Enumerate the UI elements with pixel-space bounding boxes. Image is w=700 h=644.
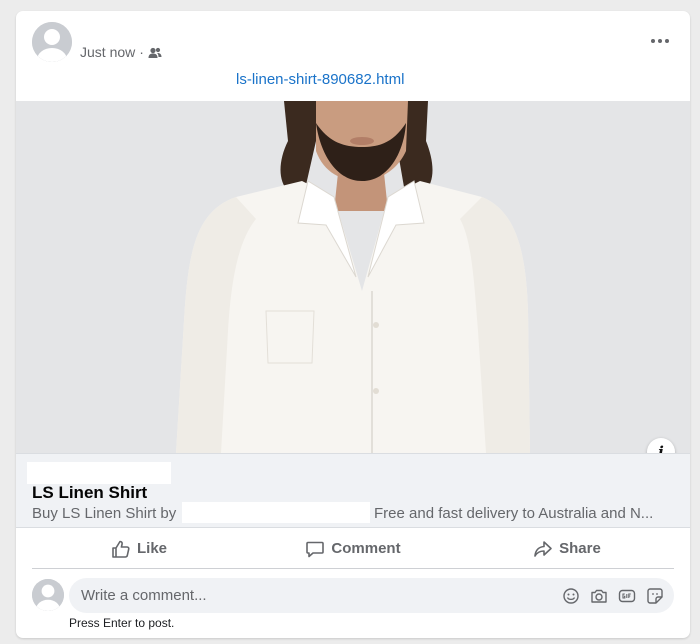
comment-input[interactable]	[69, 587, 562, 604]
preview-title[interactable]: LS Linen Shirt	[32, 483, 147, 503]
thumbs-up-icon	[112, 540, 130, 558]
default-user-icon	[32, 579, 64, 611]
preview-description-prefix: Buy LS Linen Shirt by	[32, 505, 177, 522]
comment-bubble-icon	[306, 541, 325, 557]
commenter-avatar[interactable]	[32, 579, 64, 611]
comment-label: Comment	[331, 540, 401, 557]
press-enter-hint: Press Enter to post.	[69, 616, 175, 630]
comment-attachment-icons	[562, 587, 674, 605]
gif-icon[interactable]	[618, 587, 636, 605]
post-meta: Just now ·	[80, 44, 162, 60]
comment-composer	[69, 578, 674, 613]
preview-description-suffix: Free and fast delivery to Australia and …	[374, 505, 654, 522]
friends-icon[interactable]	[148, 46, 162, 58]
more-options-button[interactable]	[648, 37, 672, 45]
redacted-brand	[182, 502, 370, 523]
post-actions: Like Comment Share	[32, 529, 674, 569]
linen-shirt-model-image	[16, 101, 690, 453]
share-label: Share	[559, 540, 601, 557]
like-button[interactable]: Like	[32, 529, 246, 568]
sticker-icon[interactable]	[646, 587, 664, 605]
comment-button[interactable]: Comment	[246, 529, 460, 568]
link-preview[interactable]: LS Linen Shirt Buy LS Linen Shirt by Fre…	[16, 453, 690, 528]
author-avatar[interactable]	[32, 22, 72, 62]
post-timestamp[interactable]: Just now	[80, 44, 135, 60]
share-button[interactable]: Share	[460, 529, 674, 568]
default-user-icon	[32, 22, 72, 62]
redacted-domain	[27, 462, 171, 484]
camera-icon[interactable]	[590, 587, 608, 605]
post-card: Just now · ls-linen-shirt-890682.html i …	[16, 11, 690, 638]
product-photo[interactable]	[16, 101, 690, 453]
emoji-icon[interactable]	[562, 587, 580, 605]
meta-separator: ·	[139, 44, 144, 60]
share-arrow-icon	[534, 540, 552, 557]
post-link[interactable]: ls-linen-shirt-890682.html	[236, 71, 404, 88]
like-label: Like	[136, 540, 167, 557]
more-dots-icon	[651, 39, 655, 43]
